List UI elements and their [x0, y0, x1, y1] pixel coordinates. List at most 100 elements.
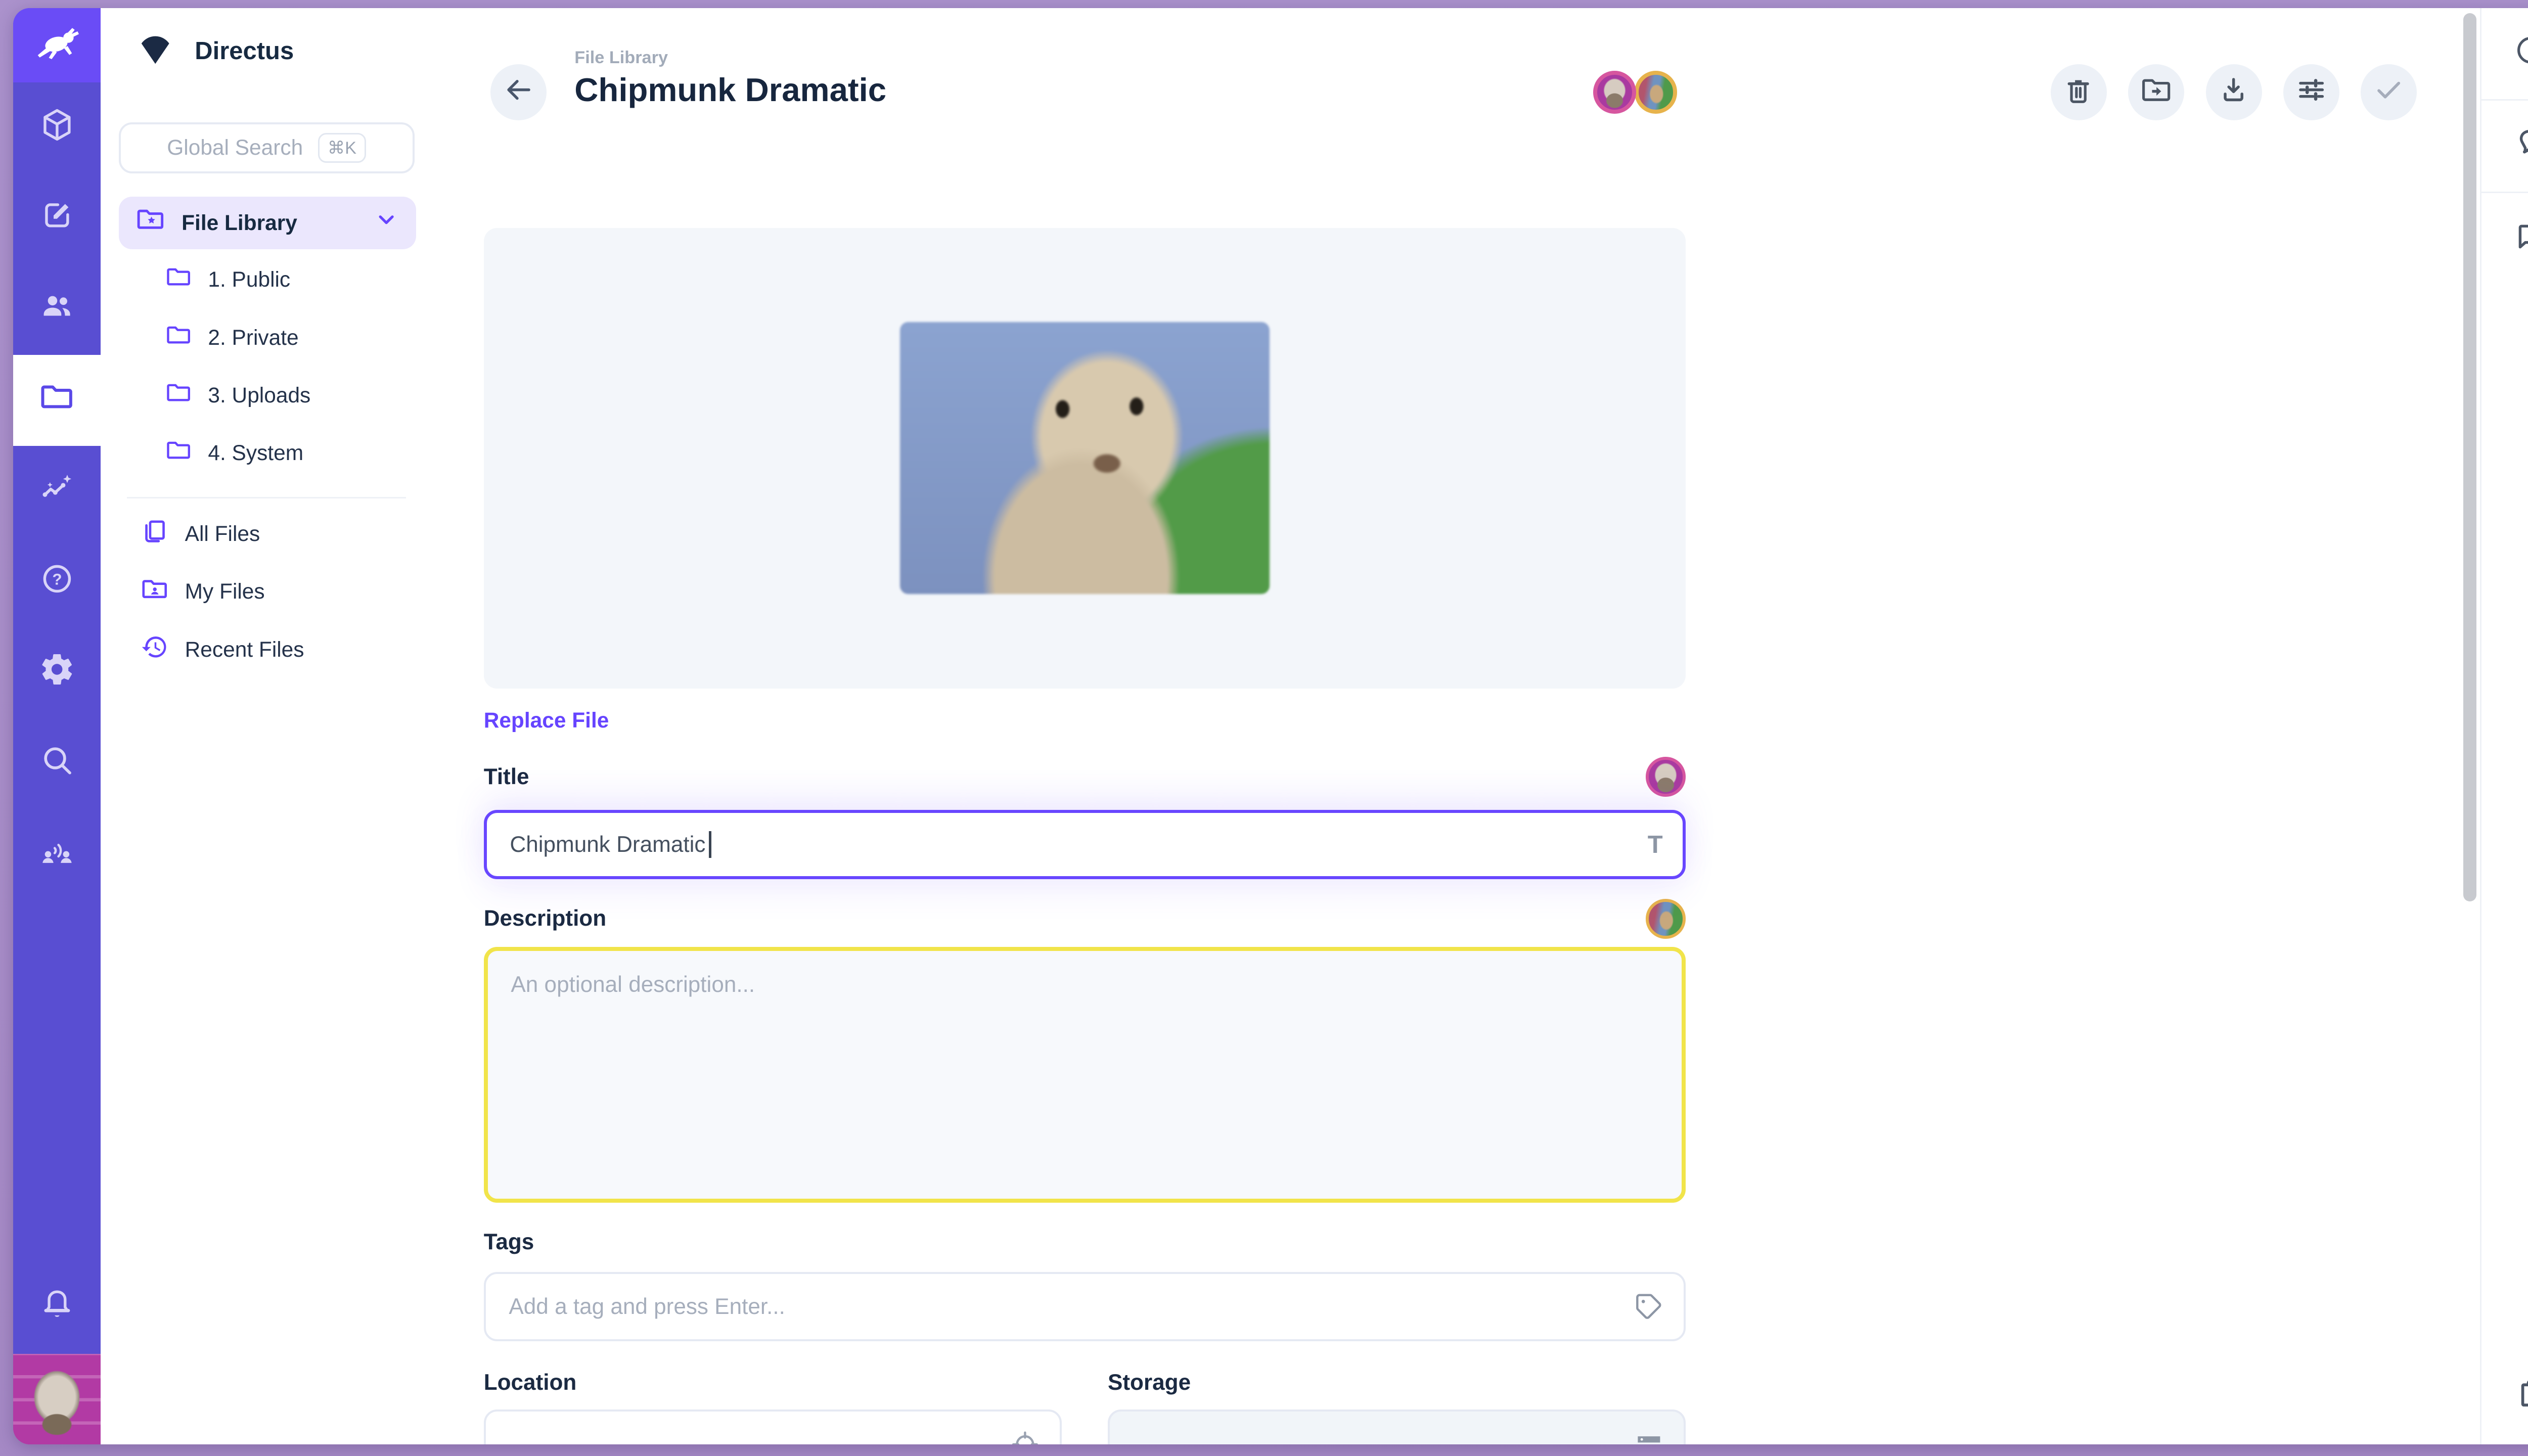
storage-field: Storage [1108, 1366, 1686, 1444]
folder-label: 1. Public [208, 267, 290, 292]
svg-text:?: ? [52, 570, 62, 588]
comment-icon [2513, 219, 2528, 260]
module-item-community[interactable] [13, 809, 101, 900]
page-header: File Library Chipmunk Dramatic [432, 8, 2479, 190]
gear-icon [39, 651, 75, 694]
sidebar-item-file-library[interactable]: File Library [119, 197, 416, 249]
download-button[interactable] [2206, 64, 2262, 120]
project-name: Directus [195, 37, 294, 65]
copy-icon [141, 517, 169, 551]
module-item-editor[interactable] [13, 173, 101, 264]
bell-icon [2513, 125, 2528, 167]
bell-icon [39, 1287, 75, 1330]
location-storage-row: Location Storage [484, 1366, 1686, 1444]
folder-icon [39, 379, 75, 422]
title-field-label: Title [484, 764, 529, 790]
folder-item-public[interactable]: 1. Public [101, 251, 432, 308]
folder-icon [165, 264, 192, 295]
text-cursor [709, 831, 711, 857]
file-preview-panel[interactable] [484, 228, 1686, 689]
storage-input [1133, 1432, 1618, 1444]
module-item-search[interactable] [13, 718, 101, 809]
clipboard-clock-icon [2513, 1378, 2528, 1419]
sidebar-revisions-button[interactable] [2481, 1352, 2528, 1444]
storage-field-label: Storage [1108, 1370, 1191, 1395]
folder-icon [165, 322, 192, 353]
sidebar-comments-button[interactable] [2481, 193, 2528, 286]
folder-tree: 1. Public 2. Private 3. Uploads 4. Syste… [101, 251, 432, 482]
avatar-chipmunk[interactable] [1635, 71, 1678, 114]
tags-input[interactable] [509, 1294, 1617, 1320]
tag-icon [1633, 1291, 1664, 1323]
location-input[interactable] [509, 1432, 994, 1444]
tags-field-label: Tags [484, 1230, 534, 1255]
page-title: Chipmunk Dramatic [574, 71, 886, 109]
arrow-left-icon [502, 73, 535, 112]
title-input[interactable]: Chipmunk Dramatic T [484, 810, 1686, 879]
module-item-settings[interactable] [13, 627, 101, 718]
search-icon [39, 742, 75, 785]
module-item-help[interactable]: ? [13, 536, 101, 627]
chevron-down-icon[interactable] [373, 206, 399, 239]
breadcrumb[interactable]: File Library [574, 48, 886, 68]
search-shortcut-kbd: ⌘K [318, 133, 367, 163]
header-actions [2051, 64, 2417, 120]
avatar-user[interactable] [1593, 71, 1636, 114]
module-notifications-button[interactable] [13, 1263, 101, 1354]
help-icon: ? [39, 561, 75, 604]
folder-label: 2. Private [208, 326, 298, 350]
folder-person-icon [141, 575, 169, 609]
edit-options-button[interactable] [2283, 64, 2339, 120]
save-button[interactable] [2361, 64, 2417, 120]
module-item-users[interactable] [13, 264, 101, 355]
replace-file-link[interactable]: Replace File [484, 708, 609, 733]
module-item-files[interactable] [13, 355, 101, 446]
sidebar-item-all-files[interactable]: All Files [101, 505, 432, 563]
module-item-content[interactable] [13, 82, 101, 173]
folder-item-system[interactable]: 4. System [101, 424, 432, 482]
current-user-avatar[interactable] [13, 1354, 101, 1445]
folder-icon [165, 437, 192, 469]
chipmunk-preview-image[interactable] [900, 322, 1270, 595]
trash-icon [2062, 73, 2095, 112]
global-search-placeholder: Global Search [167, 135, 303, 160]
folder-special-icon [136, 205, 165, 241]
rabbit-logo-icon [32, 24, 82, 67]
project-logo-button[interactable] [13, 8, 101, 82]
back-button[interactable] [490, 64, 547, 120]
description-field-label: Description [484, 906, 606, 931]
folder-item-private[interactable]: 2. Private [101, 309, 432, 367]
tags-input-wrap [484, 1272, 1686, 1341]
move-to-folder-button[interactable] [2128, 64, 2184, 120]
description-textarea[interactable] [484, 947, 1686, 1203]
sidebar-divider [127, 497, 406, 498]
location-field: Location [484, 1366, 1062, 1444]
folder-move-icon [2140, 73, 2173, 112]
link-label: Recent Files [185, 638, 304, 662]
module-bar: ? [13, 8, 101, 1444]
sidebar-item-recent-files[interactable]: Recent Files [101, 621, 432, 678]
right-sidebar-spacer [2481, 286, 2528, 1352]
insights-icon [39, 470, 75, 513]
directus-app-window: ? Directus Global Search ⌘K File Library [13, 8, 2528, 1444]
folder-item-uploads[interactable]: 3. Uploads [101, 367, 432, 424]
main-scrollbar[interactable] [2463, 13, 2476, 901]
cube-icon [39, 107, 75, 150]
desktop-frame: ? Directus Global Search ⌘K File Library [0, 0, 2528, 1456]
project-header[interactable]: Directus [101, 8, 432, 94]
module-bar-spacer [13, 899, 101, 1263]
check-icon [2372, 73, 2405, 112]
module-item-insights[interactable] [13, 446, 101, 537]
navigation-sidebar: Directus Global Search ⌘K File Library 1… [101, 8, 432, 1444]
sidebar-info-button[interactable] [2481, 8, 2528, 101]
delete-button[interactable] [2051, 64, 2107, 120]
people-talking-icon [39, 833, 75, 876]
link-label: My Files [185, 579, 265, 604]
location-input-wrap [484, 1409, 1062, 1444]
sidebar-notifications-button[interactable]: 1 [2481, 101, 2528, 193]
sidebar-item-my-files[interactable]: My Files [101, 563, 432, 620]
location-field-label: Location [484, 1370, 577, 1395]
storage-input-wrap [1108, 1409, 1686, 1444]
project-logo-mark-icon [136, 28, 175, 74]
global-search-input[interactable]: Global Search ⌘K [119, 122, 415, 173]
